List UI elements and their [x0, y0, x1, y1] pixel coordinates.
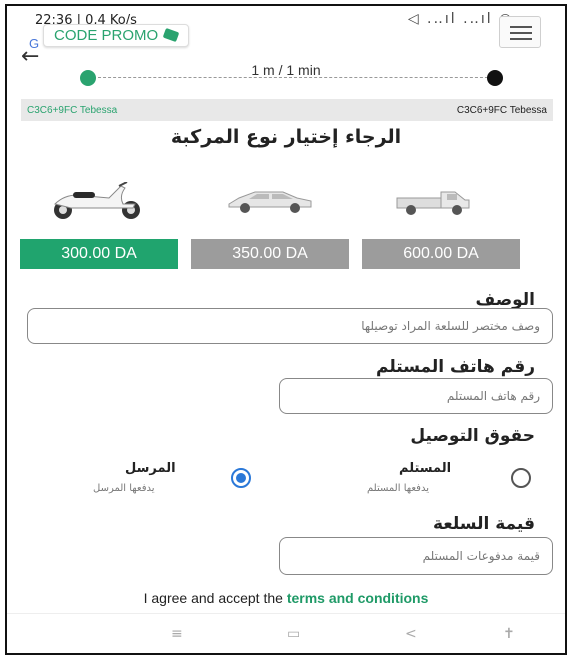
price-truck-button[interactable]: 600.00 DA [362, 239, 520, 269]
delivery-rights-label: حقوق التوصيل [410, 426, 535, 446]
sender-option-subtitle: يدفعها المرسل [93, 483, 155, 494]
pickup-truck-icon[interactable] [393, 186, 473, 216]
address-bar: C3C6+9FC Tebessa C3C6+9FC Tebessa [21, 99, 553, 121]
sender-option-title: المرسل [125, 461, 176, 476]
phone-input[interactable] [279, 378, 553, 414]
promo-code-banner[interactable]: CODE PROMO [43, 24, 190, 47]
menu-button[interactable] [499, 16, 541, 48]
from-address: C3C6+9FC Tebessa [27, 104, 118, 116]
receiver-option-title: المستلم [399, 461, 452, 476]
app-screen: 22:36 | 0,4 Ko/s ◁ .‥ıl .‥ıl ◎ ▭ G ← COD… [5, 4, 567, 655]
accessibility-icon[interactable]: ✝ [503, 626, 515, 642]
terms-prefix: I agree and accept the [143, 590, 283, 606]
back-icon[interactable]: < [405, 626, 417, 642]
home-icon[interactable]: ▭ [287, 626, 300, 642]
price-car-button[interactable]: 350.00 DA [191, 239, 349, 269]
sender-radio[interactable] [231, 468, 251, 488]
terms-line: I agree and accept the terms and conditi… [7, 590, 565, 606]
vehicle-section-title: الرجاء إختيار نوع المركبة [170, 126, 402, 148]
price-motorcycle-button[interactable]: 300.00 DA [20, 239, 178, 269]
goods-value-label: قيمة السلعة [432, 514, 535, 534]
destination-dot-icon [487, 70, 503, 86]
to-address: C3C6+9FC Tebessa [456, 104, 547, 116]
origin-dot-icon [80, 70, 96, 86]
system-nav-bar: ≡ ▭ < ✝ [7, 613, 565, 653]
phone-label: رقم هاتف المستلم [375, 357, 535, 377]
goods-value-input[interactable] [279, 537, 553, 575]
description-input[interactable] [27, 308, 553, 344]
route-line [93, 77, 493, 78]
car-icon[interactable] [225, 188, 315, 214]
receiver-radio[interactable] [511, 468, 531, 488]
terms-link[interactable]: terms and conditions [287, 590, 429, 606]
recent-apps-icon[interactable]: ≡ [171, 626, 183, 642]
promo-label: CODE PROMO [54, 27, 159, 44]
tag-icon [162, 27, 180, 43]
description-label: الوصف [475, 290, 535, 310]
motorcycle-icon[interactable] [47, 182, 147, 220]
hamburger-icon [510, 26, 532, 28]
receiver-option-subtitle: يدفعها المستلم [367, 483, 429, 494]
